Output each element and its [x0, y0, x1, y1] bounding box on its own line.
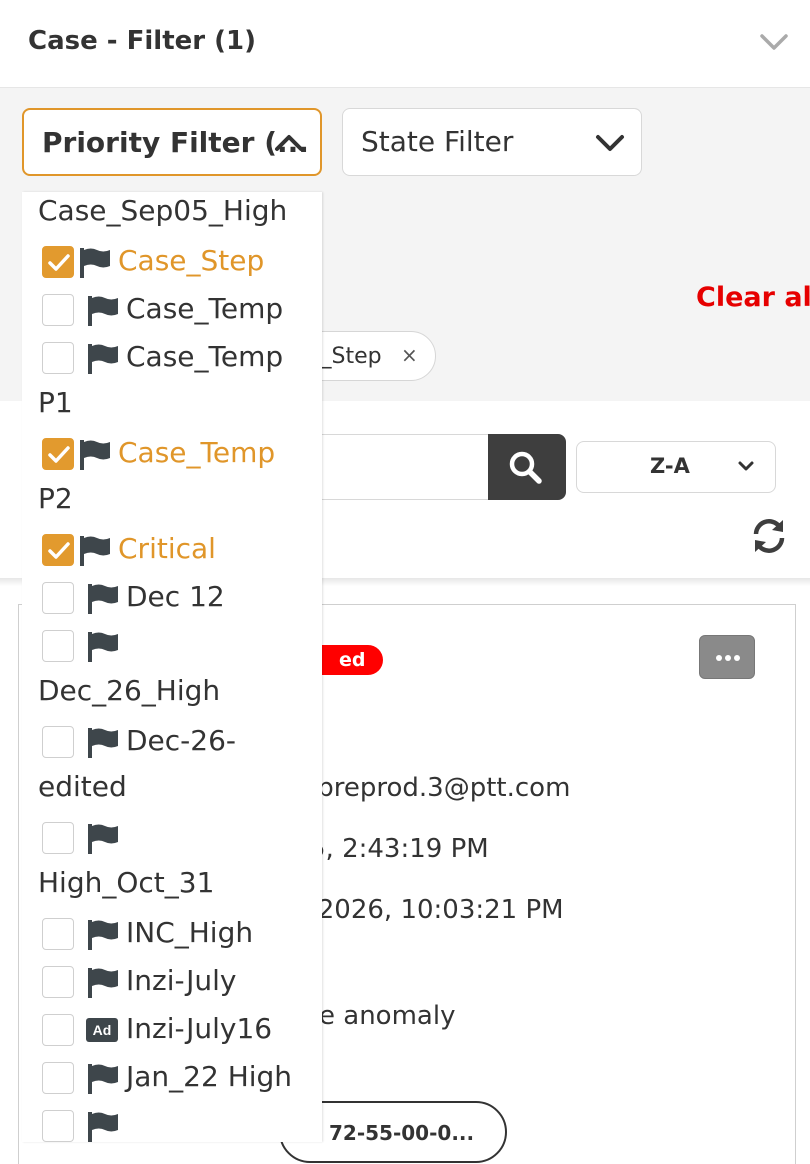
- flag-icon: [80, 440, 110, 470]
- flag-icon: [88, 344, 118, 374]
- option-checkbox[interactable]: [42, 246, 74, 278]
- flag-icon: [88, 632, 118, 662]
- dropdown-option-label: Inzi-July16: [126, 1012, 273, 1045]
- flag-icon: [88, 296, 118, 326]
- dropdown-option[interactable]: [22, 814, 322, 862]
- state-filter-label: State Filter: [361, 125, 514, 158]
- dropdown-option-label: Jan_22 High: [126, 1060, 293, 1093]
- dropdown-option[interactable]: Jan_22 High: [22, 1054, 322, 1102]
- dropdown-option-label: Dec-26-: [126, 724, 237, 757]
- flag-icon: [88, 1112, 118, 1142]
- dropdown-option-label: P1: [38, 386, 73, 419]
- dropdown-option[interactable]: Case_Temp: [22, 286, 322, 334]
- flag-icon: [88, 968, 118, 998]
- dropdown-option-label: Case_Step: [118, 244, 265, 277]
- page-title: Case - Filter (1): [28, 26, 257, 56]
- refresh-icon[interactable]: [750, 516, 788, 556]
- search-input[interactable]: [300, 434, 488, 500]
- dropdown-option[interactable]: [22, 1102, 322, 1142]
- option-checkbox[interactable]: [42, 726, 74, 758]
- dropdown-option[interactable]: Dec 12: [22, 574, 322, 622]
- option-checkbox[interactable]: [42, 1014, 74, 1046]
- dropdown-option[interactable]: Inzi-July: [22, 958, 322, 1006]
- dropdown-option[interactable]: Critical: [22, 526, 322, 574]
- option-checkbox[interactable]: [42, 1062, 74, 1094]
- option-checkbox[interactable]: [42, 630, 74, 662]
- chevron-down-icon[interactable]: [758, 30, 790, 54]
- dropdown-option-label: Critical: [118, 532, 216, 565]
- dropdown-option-label: Inzi-July: [126, 964, 237, 997]
- dropdown-option-label: Case_Temp: [126, 340, 284, 373]
- flag-icon: [88, 920, 118, 950]
- search-icon: [509, 451, 542, 484]
- dropdown-option[interactable]: Case_Temp: [22, 334, 322, 382]
- dropdown-option-label: P2: [38, 482, 73, 515]
- dropdown-option-label: INC_High: [126, 916, 254, 949]
- close-icon[interactable]: ×: [401, 343, 418, 367]
- flag-icon: [80, 248, 110, 278]
- flag-icon: [80, 536, 110, 566]
- status-badge-text: ed: [339, 649, 366, 671]
- option-checkbox[interactable]: [42, 534, 74, 566]
- clear-all-link[interactable]: Clear all: [696, 282, 810, 313]
- dropdown-option-label: Case_Temp: [118, 436, 276, 469]
- checkmark-icon: [48, 254, 70, 271]
- chevron-down-icon: [596, 135, 624, 151]
- option-checkbox[interactable]: [42, 438, 74, 470]
- device-mac-text: 72-55-00-0...: [329, 1121, 475, 1145]
- state-filter-button[interactable]: State Filter: [342, 108, 642, 176]
- ellipsis-icon: [716, 655, 740, 661]
- svg-text:Ad: Ad: [93, 1022, 112, 1038]
- sort-select[interactable]: Z-A: [576, 441, 776, 493]
- option-checkbox[interactable]: [42, 582, 74, 614]
- dropdown-option-label: Case_Sep05_High: [38, 194, 288, 227]
- priority-filter-button[interactable]: Priority Filter (...: [22, 108, 322, 176]
- chevron-down-icon: [738, 461, 754, 471]
- dropdown-option-label: Dec 12: [126, 580, 225, 613]
- ad-icon: Ad: [86, 1018, 118, 1042]
- dropdown-option[interactable]: Ad Inzi-July16: [22, 1006, 322, 1054]
- dropdown-option[interactable]: [22, 622, 322, 670]
- flag-icon: [88, 584, 118, 614]
- dropdown-option-label: Case_Temp: [126, 292, 284, 325]
- chevron-up-icon: [275, 135, 303, 151]
- dropdown-option[interactable]: INC_High: [22, 910, 322, 958]
- checkmark-icon: [48, 446, 70, 463]
- flag-icon: [88, 728, 118, 758]
- dropdown-option[interactable]: Case_Temp: [22, 430, 322, 478]
- dropdown-option-label: edited: [38, 770, 127, 803]
- checkmark-icon: [48, 542, 70, 559]
- search-button[interactable]: [488, 434, 566, 500]
- option-checkbox[interactable]: [42, 966, 74, 998]
- dropdown-option[interactable]: Dec-26-: [22, 718, 322, 766]
- flag-icon: [88, 1064, 118, 1094]
- option-checkbox[interactable]: [42, 342, 74, 374]
- sort-select-value: Z-A: [650, 454, 690, 478]
- option-checkbox[interactable]: [42, 294, 74, 326]
- option-checkbox[interactable]: [42, 918, 74, 950]
- dropdown-option-label: Dec_26_High: [38, 674, 221, 707]
- dropdown-option[interactable]: Case_Step: [22, 238, 322, 286]
- filter-header[interactable]: Case - Filter (1): [0, 0, 810, 88]
- dropdown-option-label: High_Oct_31: [38, 866, 215, 899]
- priority-filter-dropdown[interactable]: Case_Sep05_High Case_Step Case_Temp Case_Te…: [22, 192, 322, 1142]
- priority-filter-label: Priority Filter (...: [42, 126, 309, 159]
- flag-icon: [88, 824, 118, 854]
- option-checkbox[interactable]: [42, 1110, 74, 1142]
- option-checkbox[interactable]: [42, 822, 74, 854]
- more-options-button[interactable]: [699, 635, 755, 679]
